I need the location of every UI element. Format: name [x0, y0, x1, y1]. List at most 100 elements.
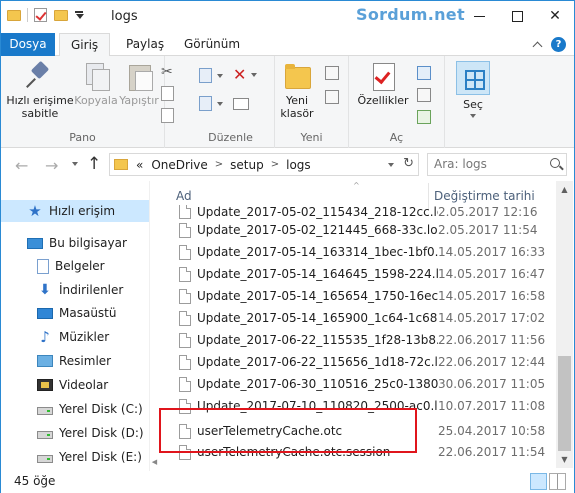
- new-folder-icon[interactable]: [54, 9, 68, 21]
- breadcrumb-overflow[interactable]: «: [136, 158, 143, 172]
- vertical-scrollbar[interactable]: ▲ ▼: [556, 181, 573, 468]
- breadcrumb-onedrive[interactable]: OneDrive: [151, 158, 207, 172]
- file-date: 22.06.2017 11:54: [438, 445, 546, 459]
- nav-item-downloads[interactable]: ⬇ İndirilenler: [1, 279, 149, 301]
- copy-button[interactable]: Kopyala: [73, 61, 119, 107]
- file-icon: [179, 222, 191, 238]
- file-row[interactable]: Update_2017-05-14_165654_1750-16ec.log 1…: [160, 285, 556, 307]
- new-folder-button[interactable]: Yeni klasör: [277, 61, 317, 120]
- minimize-button[interactable]: [460, 1, 498, 31]
- nav-item-desktop[interactable]: Masaüstü: [1, 302, 149, 324]
- delete-button[interactable]: ✕: [233, 67, 258, 83]
- tab-view[interactable]: Görünüm: [173, 33, 251, 56]
- pane-divider[interactable]: [149, 181, 150, 471]
- file-row[interactable]: Update_2017-05-02_121445_668-33c.log 2.0…: [160, 219, 556, 241]
- nav-item-disk-d[interactable]: Yerel Disk (D:): [1, 422, 149, 444]
- select-button[interactable]: Seç: [455, 61, 491, 118]
- paste-shortcut-button[interactable]: [161, 108, 174, 123]
- videos-icon: [37, 379, 53, 391]
- chevron-down-icon: [217, 73, 223, 78]
- nav-item-videos[interactable]: Videolar: [1, 374, 149, 396]
- large-icons-view-icon[interactable]: [549, 473, 566, 490]
- nav-item-pictures[interactable]: Resimler: [1, 350, 149, 372]
- file-row[interactable]: Update_2017-05-14_163314_1bec-1bf0.log 1…: [160, 241, 556, 263]
- search-input[interactable]: Ara: logs: [427, 153, 567, 176]
- tab-file[interactable]: Dosya: [1, 33, 55, 56]
- nav-item-label: Masaüstü: [59, 306, 117, 320]
- easy-access-button[interactable]: [325, 90, 339, 104]
- nav-item-quick-access[interactable]: ★ Hızlı erişim: [1, 200, 149, 222]
- file-row[interactable]: Update_2017-05-02_115434_218-12cc.log 2.…: [160, 205, 556, 219]
- copy-to-button[interactable]: [199, 96, 223, 111]
- new-folder-label-line2: klasör: [280, 107, 314, 120]
- address-bar[interactable]: « OneDrive > setup > logs ↻: [109, 153, 419, 176]
- watermark: Sordum.net: [356, 5, 465, 24]
- scroll-down-icon[interactable]: ▼: [556, 451, 573, 468]
- customize-toolbar-button[interactable]: [74, 11, 84, 19]
- address-history-button[interactable]: [385, 163, 394, 167]
- up-button[interactable]: ↑: [87, 154, 101, 174]
- file-row[interactable]: Update_2017-06-22_115535_1f28-13b8.log 2…: [160, 329, 556, 351]
- nav-item-label: Bu bilgisayar: [49, 236, 127, 250]
- nav-item-disk-e[interactable]: Yerel Disk (E:): [1, 446, 149, 468]
- file-icon: [179, 244, 191, 260]
- file-row[interactable]: Update_2017-06-30_110516_25c0-1380.log 3…: [160, 373, 556, 395]
- folder-icon[interactable]: [7, 9, 21, 21]
- close-button[interactable]: ✕: [536, 1, 574, 31]
- rename-button[interactable]: [233, 98, 249, 110]
- pin-quick-access-button[interactable]: Hızlı erişime sabitle: [5, 61, 75, 120]
- scroll-left-icon[interactable]: ◀: [149, 456, 160, 469]
- file-name: Update_2017-05-14_165654_1750-16ec.log: [197, 289, 438, 303]
- paste-button[interactable]: Yapıştır: [117, 61, 161, 107]
- easy-access-icon: [325, 90, 339, 104]
- tab-share[interactable]: Paylaş: [115, 33, 175, 56]
- nav-item-this-pc[interactable]: Bu bilgisayar: [1, 232, 149, 254]
- breadcrumb-logs[interactable]: logs: [286, 158, 311, 172]
- chevron-right-icon[interactable]: >: [215, 159, 223, 170]
- edit-button[interactable]: [417, 88, 431, 102]
- history-button[interactable]: [417, 110, 431, 124]
- clipboard-group: Hızlı erişime sabitle Kopyala Yapıştır ✂…: [1, 56, 174, 148]
- close-icon: ✕: [549, 8, 561, 24]
- move-to-button[interactable]: [199, 68, 223, 83]
- file-date: 2.05.2017 12:16: [438, 205, 538, 219]
- details-view-icon[interactable]: [530, 473, 547, 490]
- ribbon-tabs: Dosya Giriş Paylaş Görünüm ?: [1, 33, 574, 57]
- file-row[interactable]: Update_2017-05-14_164645_1598-224.log 14…: [160, 263, 556, 285]
- cut-button[interactable]: ✂: [161, 64, 173, 80]
- file-row[interactable]: Update_2017-06-22_115656_1d18-72c.log 22…: [160, 351, 556, 373]
- forward-button[interactable]: →: [45, 156, 58, 175]
- copy-path-button[interactable]: [161, 86, 174, 101]
- back-button[interactable]: ←: [15, 156, 28, 175]
- scroll-up-icon[interactable]: ▲: [556, 181, 573, 198]
- tab-home[interactable]: Giriş: [59, 33, 111, 57]
- clipboard-group-label: Pano: [69, 131, 96, 144]
- maximize-button[interactable]: [498, 1, 536, 31]
- computer-icon: [27, 237, 43, 249]
- new-group-label: Yeni: [300, 131, 323, 144]
- collapse-ribbon-icon[interactable]: [532, 41, 543, 52]
- help-icon[interactable]: ?: [551, 37, 566, 52]
- edit-icon: [417, 88, 431, 102]
- documents-icon: [37, 258, 49, 274]
- recent-locations-button[interactable]: [69, 162, 78, 166]
- nav-item-disk-c[interactable]: Yerel Disk (C:): [1, 398, 149, 420]
- nav-item-label: Yerel Disk (E:): [59, 450, 142, 464]
- chevron-down-icon: [470, 114, 476, 118]
- file-date: 22.06.2017 12:44: [438, 355, 546, 369]
- properties-button[interactable]: Özellikler: [355, 61, 411, 107]
- breadcrumb-setup[interactable]: setup: [230, 158, 264, 172]
- open-button[interactable]: [417, 66, 431, 80]
- new-item-button[interactable]: [325, 66, 339, 80]
- copy-path-icon: [161, 86, 174, 101]
- scrollbar-thumb[interactable]: [558, 356, 571, 451]
- properties-icon[interactable]: [34, 8, 47, 22]
- nav-item-documents[interactable]: Belgeler: [1, 255, 149, 277]
- open-group: Özellikler Aç: [349, 56, 445, 148]
- nav-item-music[interactable]: ♪ Müzikler: [1, 326, 149, 348]
- chevron-right-icon[interactable]: >: [271, 159, 279, 170]
- bar-icon: [75, 11, 83, 13]
- file-row[interactable]: Update_2017-05-14_165900_1c64-1c68.log 1…: [160, 307, 556, 329]
- file-date: 2.05.2017 11:54: [438, 223, 538, 237]
- refresh-icon[interactable]: ↻: [403, 156, 414, 171]
